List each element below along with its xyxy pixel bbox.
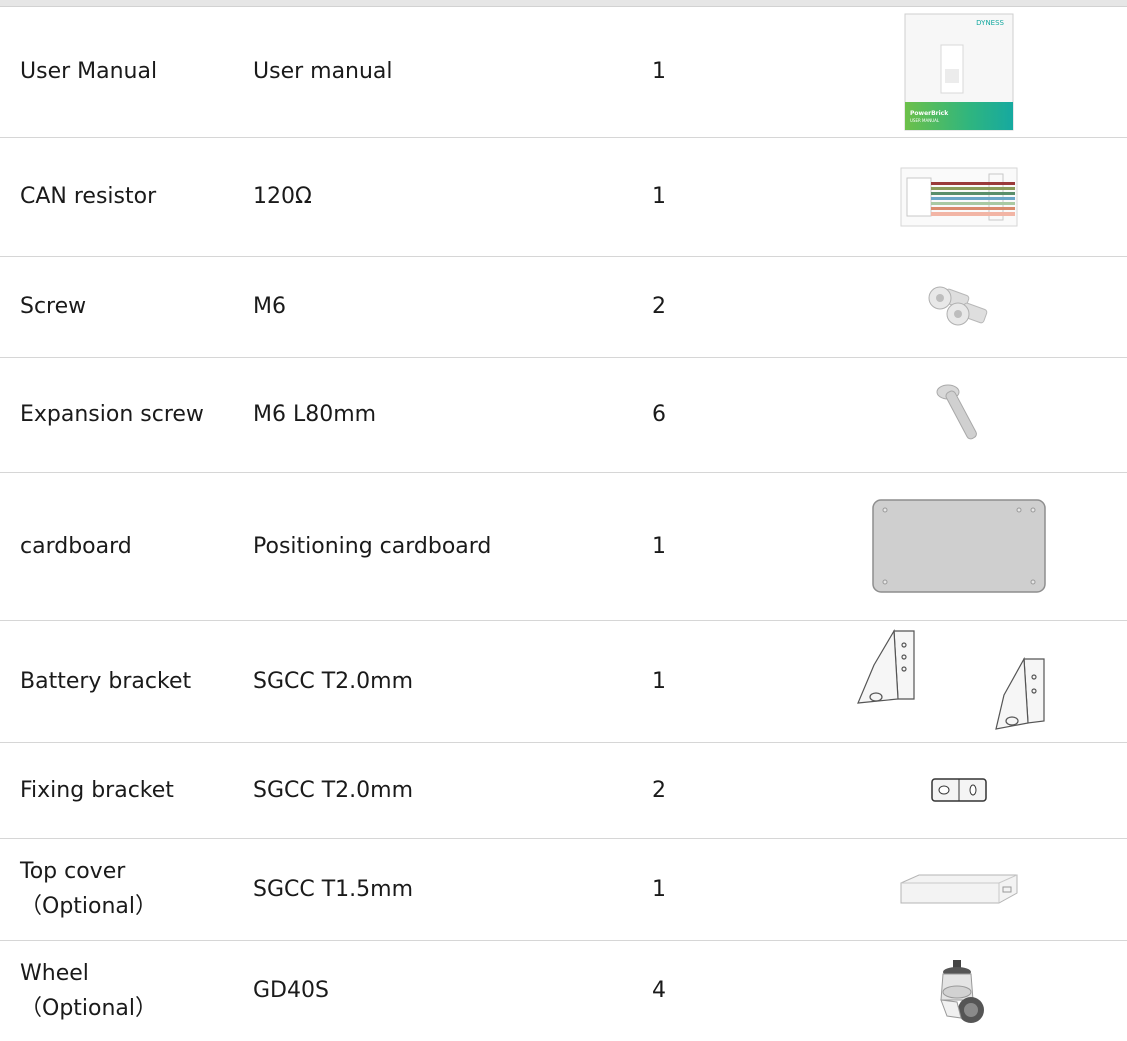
item-qty: 1 xyxy=(652,668,666,694)
item-name-line2: （Optional） xyxy=(20,894,158,919)
manual-brand: DYNESS xyxy=(976,19,1004,27)
item-qty: 1 xyxy=(652,876,666,902)
can-resistor-icon xyxy=(790,137,1127,256)
table-row: Expansion screw M6 L80mm 6 xyxy=(0,357,1127,473)
item-spec: SGCC T2.0mm xyxy=(253,777,414,803)
battery-bracket-icon xyxy=(790,620,1127,742)
item-name-line1: Top cover xyxy=(20,859,126,884)
screw-icon xyxy=(790,256,1127,357)
item-qty: 1 xyxy=(652,533,666,559)
item-qty: 6 xyxy=(652,402,666,427)
item-spec: M6 L80mm xyxy=(253,402,377,427)
table-row: cardboard Positioning cardboard 1 xyxy=(0,472,1127,621)
top-cover-icon xyxy=(790,838,1127,940)
manual-subtitle: USER MANUAL xyxy=(910,118,940,123)
item-name: CAN resistor xyxy=(20,184,157,209)
table-row: User Manual User manual 1 DYNESS PowerBr… xyxy=(0,6,1127,138)
item-qty: 4 xyxy=(652,978,666,1003)
item-spec: SGCC T2.0mm xyxy=(253,668,414,694)
table-row: Top cover （Optional） SGCC T1.5mm 1 xyxy=(0,838,1127,941)
item-spec: 120Ω xyxy=(253,184,312,209)
item-name: Expansion screw xyxy=(20,402,204,427)
item-name: Screw xyxy=(20,294,87,319)
item-qty: 2 xyxy=(652,777,666,803)
item-spec: Positioning cardboard xyxy=(253,533,492,559)
table-row: CAN resistor 120Ω 1 xyxy=(0,137,1127,257)
table-row: Battery bracket SGCC T2.0mm 1 xyxy=(0,620,1127,743)
item-name: cardboard xyxy=(20,533,132,559)
table-row: Wheel （Optional） GD40S 4 xyxy=(0,940,1127,1041)
item-name-line1: Wheel xyxy=(20,960,89,986)
item-name-line2: （Optional） xyxy=(20,995,158,1021)
cardboard-icon xyxy=(790,472,1127,620)
item-spec: User manual xyxy=(253,59,393,84)
item-qty: 1 xyxy=(652,59,666,84)
item-name: Wheel （Optional） xyxy=(20,940,240,1041)
item-spec: GD40S xyxy=(253,978,329,1003)
item-name: Battery bracket xyxy=(20,668,192,694)
fixing-bracket-icon xyxy=(790,742,1127,838)
wheel-icon xyxy=(790,940,1127,1041)
item-name: User Manual xyxy=(20,59,158,84)
manual-icon: DYNESS PowerBrick USER MANUAL xyxy=(790,6,1127,137)
table-row: Screw M6 2 xyxy=(0,256,1127,358)
item-spec: M6 xyxy=(253,294,286,319)
manual-title: PowerBrick xyxy=(910,110,949,117)
expansion-screw-icon xyxy=(790,357,1127,472)
item-qty: 2 xyxy=(652,294,666,319)
item-qty: 1 xyxy=(652,184,666,209)
table-row: Fixing bracket SGCC T2.0mm 2 xyxy=(0,742,1127,839)
item-name: Fixing bracket xyxy=(20,777,174,803)
item-spec: SGCC T1.5mm xyxy=(253,876,414,902)
item-name: Top cover （Optional） xyxy=(20,838,240,940)
